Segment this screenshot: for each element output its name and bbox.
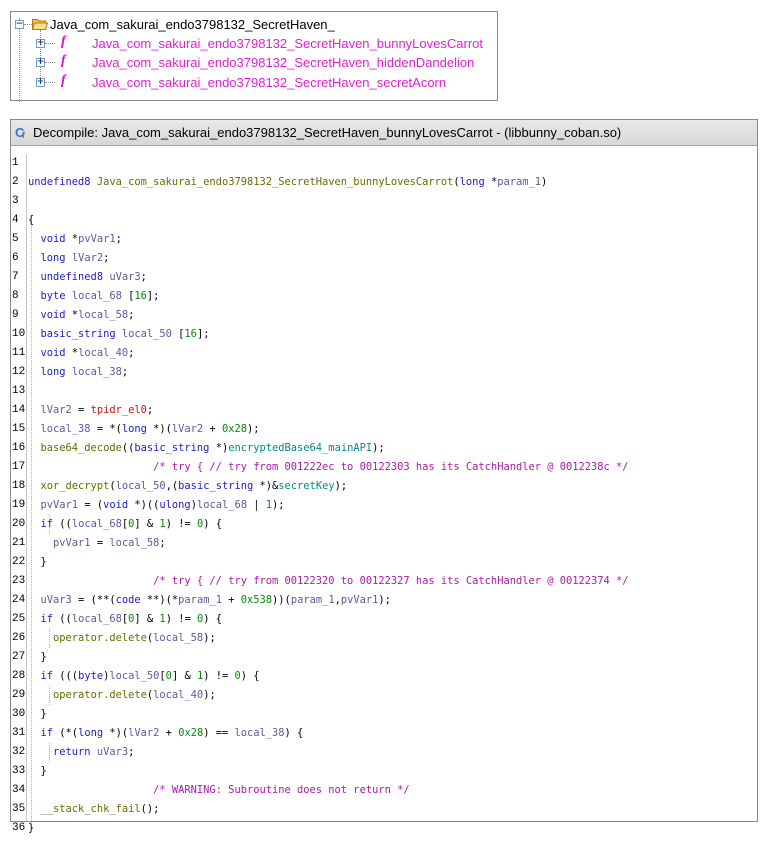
code-line: 13 [11,382,757,401]
code-line: 35 __stack_chk_fail(); [11,800,757,819]
code-line: 23 /* try { // try from 00122320 to 0012… [11,572,757,591]
line-number: 13 [12,385,26,397]
code-line: 9 void *local_58; [11,306,757,325]
line-number: 20 [12,518,26,530]
line-number: 19 [12,499,26,511]
line-number: 25 [12,613,26,625]
line-number: 11 [12,347,26,359]
tree-node-function[interactable]: Java_com_sakurai_endo3798132_SecretHaven… [92,73,446,91]
code-line: 36} [11,819,757,838]
code-line: 31 if (*(long *)(lVar2 + 0x28) == local_… [11,724,757,743]
line-number: 33 [12,765,26,777]
line-number: 9 [12,309,19,321]
decompile-icon: Cf [15,124,25,140]
collapse-toggle[interactable]: − [15,20,24,29]
line-number: 23 [12,575,26,587]
line-number: 22 [12,556,26,568]
line-number: 16 [12,442,26,454]
line-number: 7 [12,271,19,283]
tree-guide-line [19,18,20,102]
code-line: 16 base64_decode((basic_string *)encrypt… [11,439,757,458]
line-number: 14 [12,404,26,416]
line-number: 10 [12,328,26,340]
code-line: 11 void *local_40; [11,344,757,363]
code-line: 5 void *pvVar1; [11,230,757,249]
line-number: 17 [12,461,26,473]
function-icon: f [61,53,66,68]
code-line: 17 /* try { // try from 001222ec to 0012… [11,458,757,477]
code-line: 34 /* WARNING: Subroutine does not retur… [11,781,757,800]
line-number: 30 [12,708,26,720]
decompiler-title: Decompile: Java_com_sakurai_endo3798132_… [33,125,622,140]
code-line: 8 byte local_68 [16]; [11,287,757,306]
tree-node-root[interactable]: Java_com_sakurai_endo3798132_SecretHaven… [50,15,335,33]
symbol-tree: − Java_com_sakurai_endo3798132_SecretHav… [10,11,498,102]
line-number: 6 [12,252,19,264]
code-line: 33 } [11,762,757,781]
line-number: 36 [12,822,26,834]
line-number: 21 [12,537,26,549]
tree-guide-line [45,62,55,63]
line-number: 5 [12,233,19,245]
code-line: 18 xor_decrypt(local_50,(basic_string *)… [11,477,757,496]
line-number: 15 [12,423,26,435]
code-line: 6 long lVar2; [11,249,757,268]
folder-open-icon [32,19,48,30]
line-number: 8 [12,290,19,302]
code-line: 14 lVar2 = tpidr_el0; [11,401,757,420]
code-line: 24 uVar3 = (**(code **)(*param_1 + 0x538… [11,591,757,610]
code-line: 4{ [11,211,757,230]
tree-guide-line [45,43,55,44]
line-number: 35 [12,803,26,815]
line-number: 1 [12,157,19,169]
code-line: 12 long local_38; [11,363,757,382]
line-number: 29 [12,689,26,701]
code-line: 32 return uVar3; [11,743,757,762]
line-number: 4 [12,214,19,226]
tree-node-function[interactable]: Java_com_sakurai_endo3798132_SecretHaven… [92,34,483,52]
code-line: 30 } [11,705,757,724]
code-line: 19 pvVar1 = (void *)((ulong)local_68 | 1… [11,496,757,515]
code-line: 2 undefined8 Java_com_sakurai_endo3798132… [11,173,757,192]
line-number: 34 [12,784,26,796]
code-line: 26 operator.delete(local_58); [11,629,757,648]
code-line: 22 } [11,553,757,572]
tree-guide-line [24,24,32,25]
line-number: 31 [12,727,26,739]
expand-toggle[interactable]: + [36,39,45,48]
code-line: 20 if ((local_68[0] & 1) != 0) { [11,515,757,534]
code-line: 10 basic_string local_50 [16]; [11,325,757,344]
line-number: 2 [12,176,19,188]
function-label: Java_com_sakurai_endo3798132_SecretHaven… [92,35,483,51]
function-label: Java_com_sakurai_endo3798132_SecretHaven… [92,74,447,90]
tree-root-label: Java_com_sakurai_endo3798132_SecretHaven… [50,16,335,32]
code-line: 3 [11,192,757,211]
code-line: 21 pvVar1 = local_58; [11,534,757,553]
code-line: 28 if (((byte)local_50[0] & 1) != 0) { [11,667,757,686]
line-number: 12 [12,366,26,378]
code-line: 25 if ((local_68[0] & 1) != 0) { [11,610,757,629]
line-number: 3 [12,195,19,207]
line-number: 18 [12,480,26,492]
expand-toggle[interactable]: + [36,78,45,87]
code-line: 15 local_38 = *(long *)(lVar2 + 0x28); [11,420,757,439]
line-number: 27 [12,651,26,663]
code-line: 29 operator.delete(local_40); [11,686,757,705]
function-icon: f [61,73,66,88]
function-icon: f [61,34,66,49]
decompiler-title-bar[interactable]: Cf Decompile: Java_com_sakurai_endo37981… [11,120,757,146]
line-number: 32 [12,746,26,758]
expand-toggle[interactable]: + [36,58,45,67]
code-line: 7 undefined8 uVar3; [11,268,757,287]
line-number: 28 [12,670,26,682]
tree-node-function[interactable]: Java_com_sakurai_endo3798132_SecretHaven… [92,53,474,71]
code-line: 27 } [11,648,757,667]
line-number: 24 [12,594,26,606]
decompiler-panel: Cf Decompile: Java_com_sakurai_endo37981… [10,119,758,834]
line-number: 26 [12,632,26,644]
code-listing[interactable]: 1 2 undefined8 Java_com_sakurai_endo37981… [11,154,757,834]
code-line: 1 [11,154,757,173]
function-label: Java_com_sakurai_endo3798132_SecretHaven… [92,54,475,70]
tree-guide-line [45,82,55,83]
